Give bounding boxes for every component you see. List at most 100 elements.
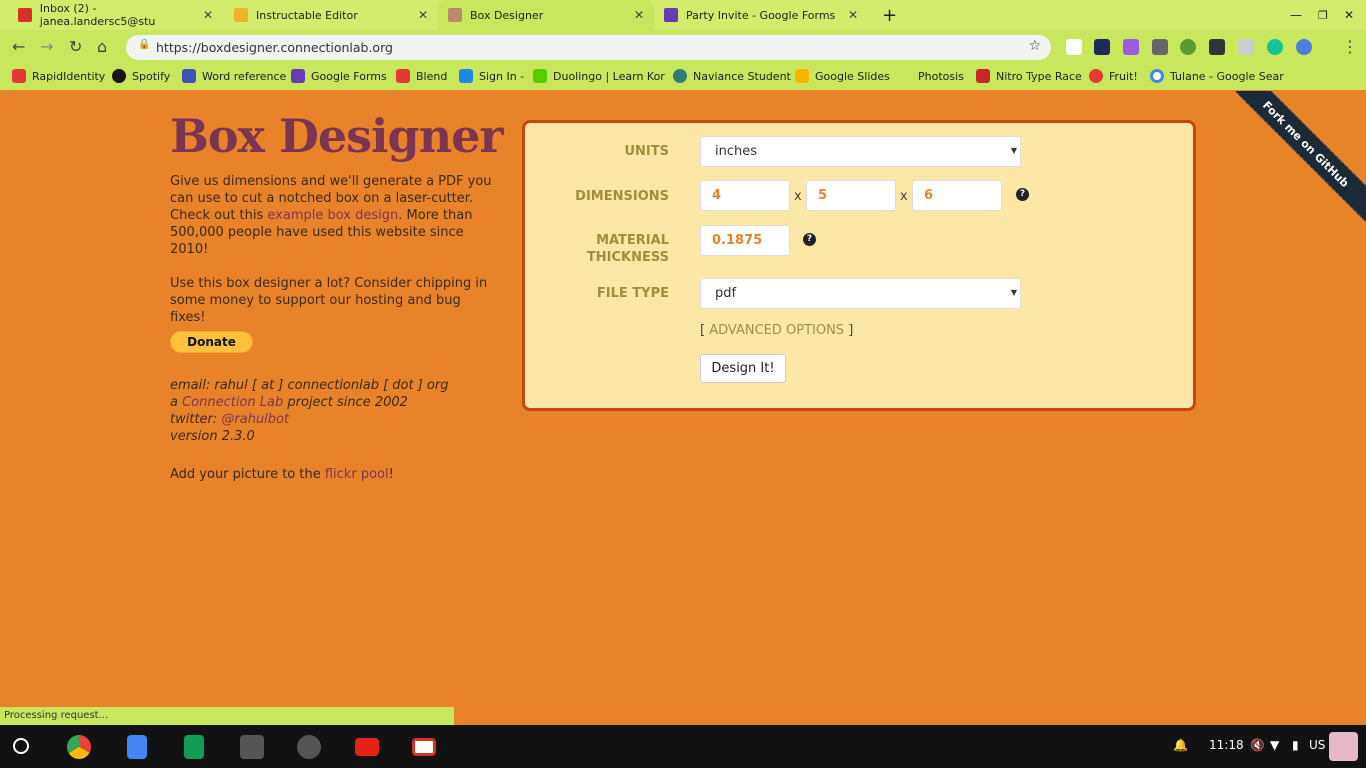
- design-it-button[interactable]: Design It!: [700, 354, 786, 383]
- bookmarks-bar: RapidIdentity Spotify Word reference Goo…: [0, 64, 1366, 90]
- thickness-label: MATERIAL THICKNESS: [587, 232, 669, 266]
- google-sheets-icon[interactable]: [184, 735, 204, 759]
- height-input[interactable]: 5: [806, 180, 896, 211]
- connection-lab-link[interactable]: Connection Lab: [182, 395, 283, 410]
- box-form: UNITS inches ▼ DIMENSIONS 4 x 5 x 6 ? MAT…: [522, 120, 1196, 411]
- tab-title: Party Invite - Google Forms: [686, 8, 836, 22]
- bookmark-label: Google Slides: [815, 69, 890, 83]
- youtube-icon[interactable]: [355, 738, 379, 756]
- forward-icon[interactable]: →: [40, 37, 53, 56]
- wifi-icon[interactable]: ▼: [1270, 738, 1279, 752]
- twitter-link[interactable]: @rahulbot: [221, 412, 289, 427]
- address-bar[interactable]: 🔒 https://boxdesigner.connectionlab.org ☆: [126, 35, 1051, 60]
- bookmark-label: Fruit!: [1109, 69, 1138, 83]
- google-forms-icon: [664, 8, 678, 22]
- close-tab-icon[interactable]: ✕: [634, 8, 644, 22]
- spotify-icon: [112, 69, 126, 83]
- bookmark[interactable]: Blend: [396, 69, 447, 83]
- bookmark[interactable]: Photosis: [898, 69, 964, 83]
- bookmark-label: Google Forms: [311, 69, 387, 83]
- launcher-icon[interactable]: [13, 738, 29, 754]
- example-box-link[interactable]: example box design: [267, 208, 398, 223]
- tab-gmail[interactable]: Inbox (2) - janea.landersc5@stu ✕: [8, 0, 223, 30]
- filetype-label: FILE TYPE: [596, 286, 669, 301]
- bookmark-icon: [396, 69, 410, 83]
- times-sign: x: [794, 189, 802, 204]
- new-tab-button[interactable]: +: [872, 0, 907, 30]
- mute-icon[interactable]: 🔇: [1250, 738, 1265, 752]
- sync-icon[interactable]: [1296, 39, 1312, 55]
- gmail-icon[interactable]: [412, 738, 436, 756]
- bookmark-label: RapidIdentity: [32, 69, 106, 83]
- depth-input[interactable]: 6: [912, 180, 1002, 211]
- close-tab-icon[interactable]: ✕: [418, 8, 428, 22]
- units-value: inches: [715, 144, 758, 159]
- box-designer-icon: [448, 8, 462, 22]
- bookmark[interactable]: Sign In -: [459, 69, 524, 83]
- google-docs-icon[interactable]: [127, 735, 147, 759]
- battery-icon[interactable]: ▮: [1292, 738, 1299, 752]
- extension-icon[interactable]: [1209, 39, 1225, 55]
- help-icon[interactable]: ?: [1016, 188, 1029, 201]
- star-icon[interactable]: ☆: [1028, 38, 1041, 54]
- close-window-button[interactable]: ✕: [1334, 0, 1364, 30]
- extension-icon[interactable]: [1123, 39, 1139, 55]
- locale[interactable]: US: [1309, 738, 1325, 752]
- close-tab-icon[interactable]: ✕: [203, 8, 213, 22]
- clock[interactable]: 11:18: [1209, 738, 1244, 752]
- tab-instructable[interactable]: Instructable Editor ✕: [224, 0, 438, 30]
- width-input[interactable]: 4: [700, 180, 790, 211]
- avatar[interactable]: [1329, 732, 1358, 761]
- extension-icon[interactable]: [1066, 39, 1082, 55]
- bracket: [: [700, 323, 706, 338]
- extension-icon[interactable]: [1238, 39, 1254, 55]
- extension-icon[interactable]: [1094, 39, 1110, 55]
- notification-icon[interactable]: 🔔: [1173, 738, 1188, 752]
- power-icon[interactable]: [1180, 39, 1196, 55]
- menu-icon[interactable]: ⋮: [1342, 37, 1358, 56]
- text: a: [170, 395, 183, 410]
- ribbon-text: Fork me on GitHub: [1236, 91, 1366, 221]
- bookmark-icon: [1089, 69, 1103, 83]
- bookmark[interactable]: Google Slides: [795, 69, 890, 83]
- label-line: THICKNESS: [586, 250, 669, 265]
- tab-google-forms[interactable]: Party Invite - Google Forms ✕: [654, 0, 868, 30]
- chrome-icon[interactable]: [67, 735, 91, 759]
- bookmark[interactable]: Fruit!: [1089, 69, 1138, 83]
- bookmark[interactable]: Duolingo | Learn Kor: [533, 69, 665, 83]
- github-ribbon[interactable]: Fork me on GitHub: [1236, 91, 1366, 221]
- text: Add your picture to the: [170, 467, 325, 482]
- flickr-pool-link[interactable]: flickr pool: [325, 467, 389, 482]
- bookmark-label: Duolingo | Learn Kor: [553, 69, 665, 83]
- bookmark[interactable]: Spotify: [112, 69, 170, 83]
- project-line: a Connection Lab project since 2002: [170, 394, 500, 411]
- bookmark[interactable]: Tulane - Google Sear: [1150, 69, 1284, 83]
- filetype-select[interactable]: pdf ▼: [700, 278, 1021, 309]
- bookmark[interactable]: Naviance Student: [673, 69, 791, 83]
- bookmark-icon: [182, 69, 196, 83]
- text: !: [388, 467, 394, 482]
- advanced-options: [ ADVANCED OPTIONS ]: [700, 323, 853, 338]
- extension-icon[interactable]: [1152, 39, 1168, 55]
- bookmark[interactable]: Google Forms: [291, 69, 387, 83]
- help-icon[interactable]: ?: [803, 233, 816, 246]
- back-icon[interactable]: ←: [12, 37, 25, 56]
- home-icon[interactable]: ⌂: [97, 37, 107, 56]
- bookmark[interactable]: RapidIdentity: [12, 69, 105, 83]
- camera-icon[interactable]: [297, 735, 321, 759]
- label-line: MATERIAL: [596, 233, 669, 248]
- close-tab-icon[interactable]: ✕: [848, 8, 858, 22]
- reload-icon[interactable]: ↻: [69, 37, 82, 56]
- tab-box-designer[interactable]: Box Designer ✕: [438, 0, 654, 30]
- advanced-options-link[interactable]: ADVANCED OPTIONS: [709, 323, 844, 338]
- grammarly-icon[interactable]: [1267, 39, 1283, 55]
- donate-button[interactable]: Donate: [170, 331, 253, 353]
- bookmark[interactable]: Word reference: [182, 69, 286, 83]
- bookmark[interactable]: Nitro Type Race: [976, 69, 1082, 83]
- calculator-icon[interactable]: [240, 735, 264, 759]
- thickness-input[interactable]: 0.1875: [700, 225, 790, 256]
- units-select[interactable]: inches ▼: [700, 136, 1021, 167]
- intro-column: Give us dimensions and we'll generate a …: [170, 173, 500, 483]
- dimensions-label: DIMENSIONS: [575, 189, 669, 204]
- support-text: Use this box designer a lot? Consider ch…: [170, 276, 488, 325]
